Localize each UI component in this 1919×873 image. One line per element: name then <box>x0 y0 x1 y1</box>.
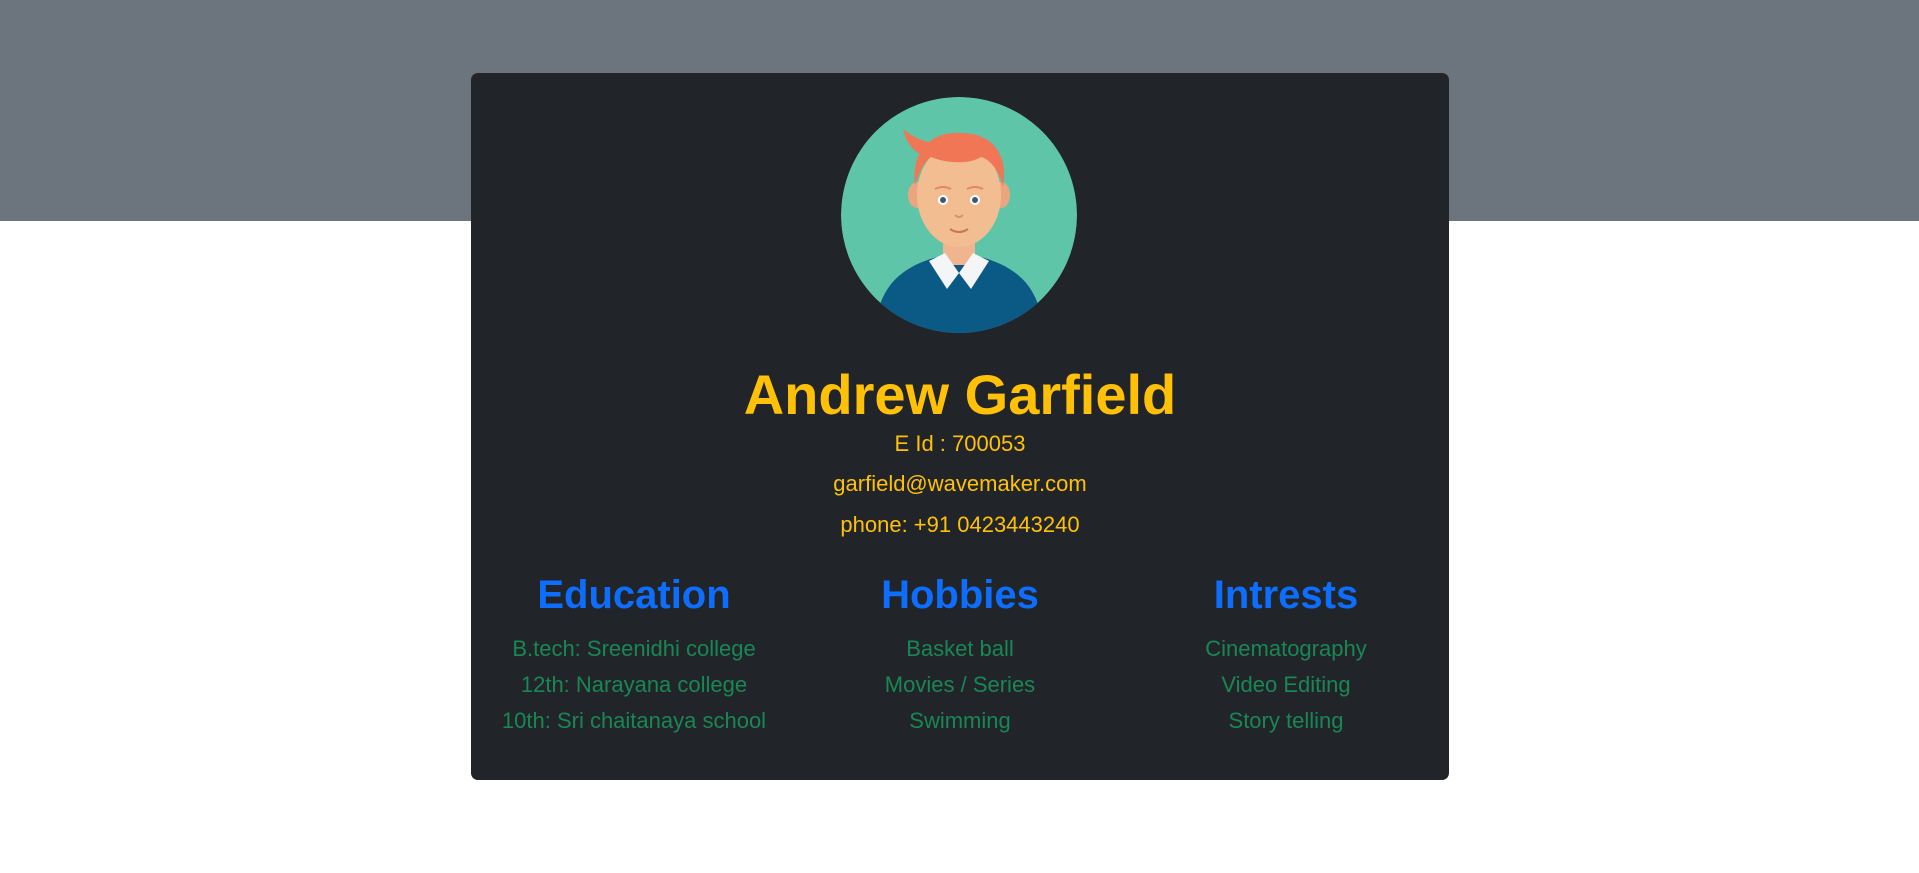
profile-card: Andrew Garfield E Id : 700053 garfield@w… <box>471 73 1449 780</box>
hobbies-heading: Hobbies <box>881 573 1039 617</box>
phone-text: phone: +91 0423443240 <box>840 512 1080 537</box>
hobby-item: Basket ball <box>906 636 1014 661</box>
interests-heading: Intrests <box>1213 573 1359 617</box>
education-item: B.tech: Sreenidhi college <box>512 636 756 661</box>
education-section: Education B.tech: Sreenidhi college 12th… <box>471 561 797 739</box>
email-text: garfield@wavemaker.com <box>833 471 1087 496</box>
education-item: 12th: Narayana college <box>520 672 748 697</box>
interest-item: Cinematography <box>1205 636 1367 661</box>
employee-id: E Id : 700053 <box>894 431 1026 456</box>
profile-name: Andrew Garfield <box>743 363 1177 426</box>
interests-section: Intrests Cinematography Video Editing St… <box>1123 561 1449 739</box>
education-heading: Education <box>537 573 731 617</box>
hobby-item: Movies / Series <box>884 672 1036 697</box>
interest-item: Video Editing <box>1221 672 1351 697</box>
male-avatar-icon <box>841 97 1077 333</box>
avatar <box>841 97 1077 333</box>
interest-item: Story telling <box>1228 708 1344 733</box>
education-item: 10th: Sri chaitanaya school <box>501 708 767 733</box>
hobbies-section: Hobbies Basket ball Movies / Series Swim… <box>797 561 1123 739</box>
hobby-item: Swimming <box>909 708 1011 733</box>
